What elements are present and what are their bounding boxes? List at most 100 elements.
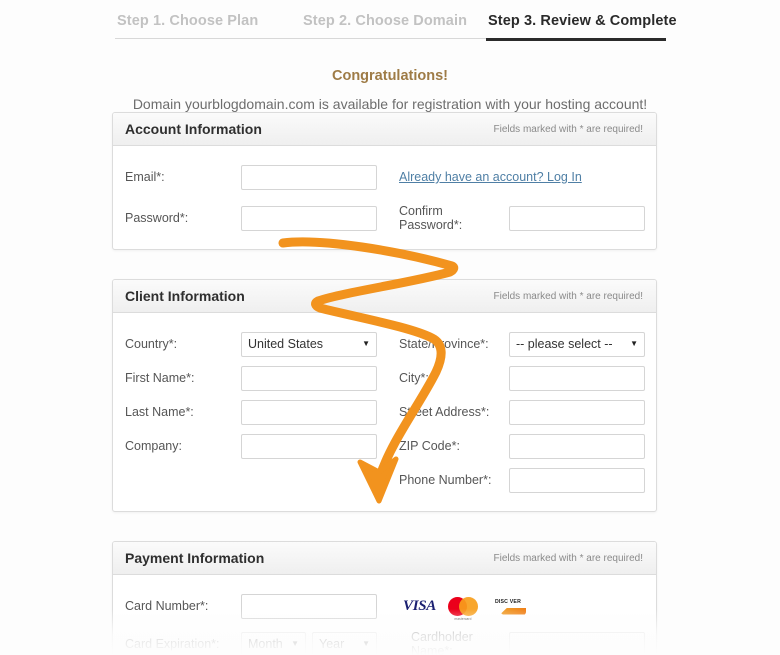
password-input[interactable] (241, 205, 377, 231)
chevron-down-icon: ▼ (362, 639, 370, 648)
discover-wordmark: DISC VER (494, 598, 522, 605)
client-panel-header: Client Information Fields marked with * … (113, 280, 656, 313)
country-label: Country*: (125, 337, 178, 351)
discover-logo: DISC VER (490, 597, 526, 616)
card-expiration-row: Card Expiration*: Month ▼ Year ▼ Cardhol… (113, 627, 656, 655)
city-label: City*: (399, 371, 429, 385)
step-1-choose-plan[interactable]: Step 1. Choose Plan (115, 10, 301, 49)
account-panel-header: Account Information Fields marked with *… (113, 113, 656, 146)
card-expiration-label: Card Expiration*: (125, 637, 220, 651)
payment-information-panel: Payment Information Fields marked with *… (112, 541, 657, 655)
payment-panel-title: Payment Information (125, 550, 265, 566)
street-address-input[interactable] (509, 399, 645, 425)
mastercard-wordmark: mastercard (454, 616, 472, 621)
card-number-row: Card Number*: VISA mastercard DISC VER (113, 589, 656, 623)
last-name-field-cell (241, 399, 381, 425)
mastercard-orange-circle (459, 596, 478, 616)
accepted-cards: VISA mastercard DISC VER (381, 596, 526, 621)
last-name-label: Last Name*: (125, 405, 194, 419)
last-name-street-row: Last Name*: Street Address*: (113, 395, 656, 429)
card-number-label: Card Number*: (125, 599, 209, 613)
city-input[interactable] (509, 365, 645, 391)
chevron-down-icon: ▼ (630, 339, 638, 348)
company-zip-row: Company: ZIP Code*: (113, 429, 656, 463)
country-field-cell: United States ▼ (241, 331, 381, 357)
step-1-underline (115, 38, 301, 39)
step-nav: Step 1. Choose Plan Step 2. Choose Domai… (115, 0, 677, 49)
email-input[interactable] (241, 164, 377, 190)
card-number-input[interactable] (241, 593, 377, 619)
phone-row: Phone Number*: (113, 463, 656, 497)
first-name-field-cell (241, 365, 381, 391)
account-panel-title: Account Information (125, 121, 262, 137)
password-row: Password*: Confirm Password*: (113, 201, 656, 235)
expiration-month-value: Month (248, 637, 283, 651)
zip-code-field-cell (509, 433, 649, 459)
client-panel-title: Client Information (125, 288, 245, 304)
street-address-label: Street Address*: (399, 405, 490, 419)
street-address-field-cell (509, 399, 649, 425)
first-name-label: First Name*: (125, 371, 195, 385)
login-link-cell: Already have an account? Log In (381, 168, 582, 186)
domain-availability-message: Domain yourblogdomain.com is available f… (132, 96, 648, 112)
zip-code-input[interactable] (509, 433, 645, 459)
company-label: Company: (125, 439, 182, 453)
expiration-field-cell: Month ▼ Year ▼ (241, 631, 381, 655)
phone-number-label: Phone Number*: (399, 473, 492, 487)
step-2-label: Step 2. Choose Domain (303, 13, 468, 29)
checkout-page: Step 1. Choose Plan Step 2. Choose Domai… (0, 0, 780, 655)
client-required-note: Fields marked with * are required! (493, 290, 643, 302)
step-3-review-complete[interactable]: Step 3. Review & Complete (486, 10, 677, 49)
first-name-city-row: First Name*: City*: (113, 361, 656, 395)
company-input[interactable] (241, 433, 377, 459)
visa-logo: VISA (403, 597, 436, 614)
company-field-cell (241, 433, 381, 459)
confirm-password-field-cell (509, 205, 649, 231)
first-name-input[interactable] (241, 365, 377, 391)
confirm-password-input[interactable] (509, 205, 645, 231)
country-select[interactable]: United States ▼ (241, 331, 377, 357)
expiration-year-select[interactable]: Year ▼ (312, 631, 377, 655)
chevron-down-icon: ▼ (291, 639, 299, 648)
city-field-cell (509, 365, 649, 391)
payment-panel-body: Card Number*: VISA mastercard DISC VER C… (113, 575, 656, 655)
step-2-underline (301, 38, 486, 39)
mastercard-logo: mastercard (448, 596, 478, 621)
state-field-cell: -- please select -- ▼ (509, 331, 649, 357)
state-select[interactable]: -- please select -- ▼ (509, 331, 645, 357)
password-label: Password*: (125, 211, 189, 225)
cardholder-name-label: Cardholder Name*: (411, 630, 473, 655)
expiration-year-value: Year (319, 637, 345, 651)
account-required-note: Fields marked with * are required! (493, 123, 643, 135)
state-label: State/Province*: (399, 337, 489, 351)
step-3-label: Step 3. Review & Complete (488, 13, 677, 29)
payment-panel-header: Payment Information Fields marked with *… (113, 542, 656, 575)
password-field-cell (241, 205, 381, 231)
chevron-down-icon: ▼ (362, 339, 370, 348)
email-row: Email*: Already have an account? Log In (113, 160, 656, 194)
step-2-choose-domain[interactable]: Step 2. Choose Domain (301, 10, 486, 49)
email-field-cell (241, 164, 381, 190)
login-link[interactable]: Already have an account? Log In (399, 170, 582, 184)
cardholder-name-input[interactable] (509, 631, 645, 655)
congratulations-heading: Congratulations! (332, 68, 448, 84)
step-1-label: Step 1. Choose Plan (117, 13, 259, 29)
phone-number-input[interactable] (509, 467, 645, 493)
email-label: Email*: (125, 170, 165, 184)
account-information-panel: Account Information Fields marked with *… (112, 112, 657, 250)
client-information-panel: Client Information Fields marked with * … (112, 279, 657, 512)
card-number-field-cell (241, 593, 381, 619)
payment-required-note: Fields marked with * are required! (493, 552, 643, 564)
expiration-month-select[interactable]: Month ▼ (241, 631, 306, 655)
step-3-underline (486, 38, 666, 41)
zip-code-label: ZIP Code*: (399, 439, 460, 453)
last-name-input[interactable] (241, 399, 377, 425)
client-panel-body: Country*: United States ▼ State/Province… (113, 313, 656, 511)
country-state-row: Country*: United States ▼ State/Province… (113, 327, 656, 361)
discover-swoosh (500, 607, 526, 615)
phone-field-cell (509, 467, 649, 493)
country-select-value: United States (248, 337, 324, 351)
cardholder-field-cell (509, 631, 649, 655)
account-panel-body: Email*: Already have an account? Log In … (113, 146, 656, 249)
state-select-value: -- please select -- (516, 337, 613, 351)
